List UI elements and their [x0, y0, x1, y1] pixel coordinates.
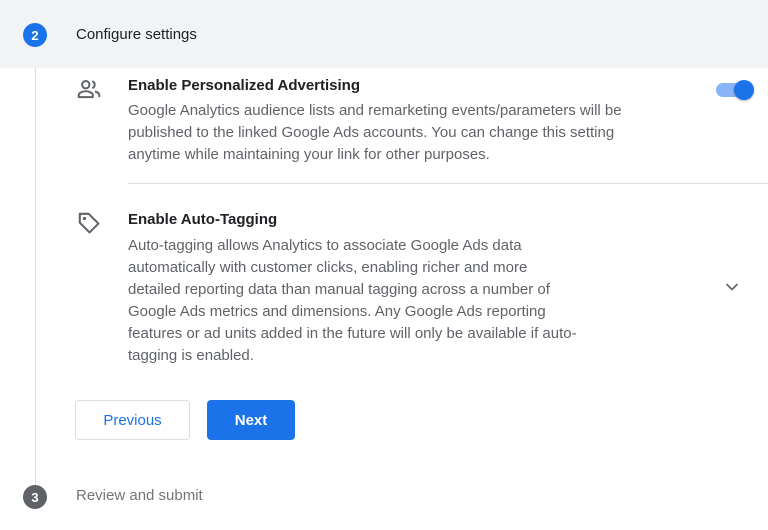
step-2-title: Configure settings — [76, 26, 197, 43]
personalized-advertising-description: Google Analytics audience lists and rema… — [128, 100, 622, 166]
description-line: Auto-tagging allows Analytics to associa… — [128, 237, 522, 254]
stepper-line — [35, 60, 36, 490]
next-button[interactable]: Next — [207, 400, 295, 440]
step-2-header: 2 Configure settings — [0, 0, 768, 68]
step-3-title[interactable]: Review and submit — [76, 487, 203, 504]
step-3-number-badge: 3 — [23, 485, 47, 509]
description-line: published to the linked Google Ads accou… — [128, 124, 615, 141]
auto-tagging-title: Enable Auto-Tagging — [128, 211, 278, 228]
previous-button[interactable]: Previous — [75, 400, 190, 440]
people-icon — [77, 80, 101, 99]
description-line: features or ad units added in the future… — [128, 325, 577, 342]
toggle-thumb — [734, 80, 754, 100]
settings-divider — [128, 183, 768, 184]
auto-tagging-description: Auto-tagging allows Analytics to associa… — [128, 235, 577, 367]
personalized-advertising-title: Enable Personalized Advertising — [128, 77, 361, 94]
description-line: tagging is enabled. — [128, 347, 254, 364]
setup-page: 2 Configure settings Enable Personalized… — [0, 0, 768, 530]
chevron-down-icon[interactable] — [722, 277, 742, 297]
description-line: Google Analytics audience lists and rema… — [128, 102, 622, 119]
description-line: detailed reporting data than manual tagg… — [128, 281, 550, 298]
step-2-number-badge: 2 — [23, 23, 47, 47]
tag-icon — [78, 212, 100, 234]
description-line: automatically with customer clicks, enab… — [128, 259, 528, 276]
description-line: anytime while maintaining your link for … — [128, 146, 490, 163]
personalized-advertising-toggle[interactable] — [714, 79, 756, 101]
description-line: Google Ads metrics and dimensions. Any G… — [128, 303, 546, 320]
